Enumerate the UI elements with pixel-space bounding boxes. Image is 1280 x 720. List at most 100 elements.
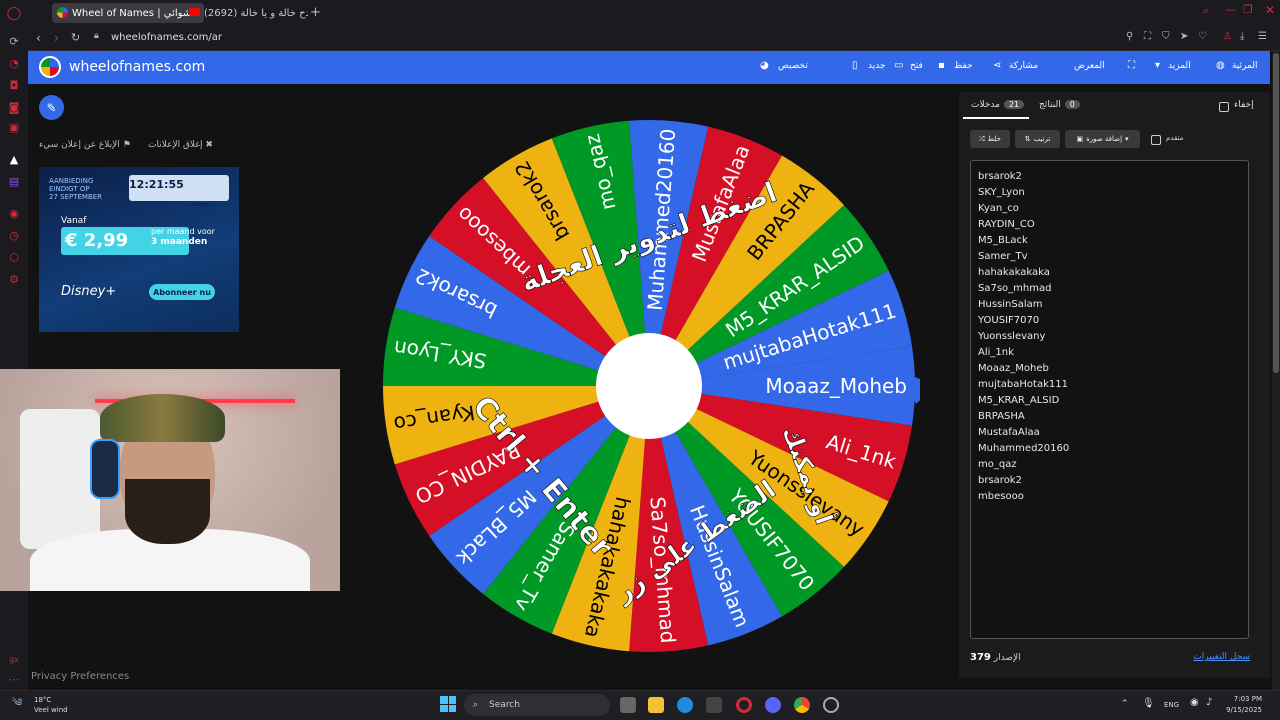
wheel[interactable]: Moaaz_MohebAli_1nkYuonsslevanyYOUSIF7070… <box>380 118 920 654</box>
close-ads-link[interactable]: إغلاق الإعلانات ✖ <box>148 140 213 150</box>
sort-button[interactable]: ⇅ ترتيب <box>1015 130 1060 148</box>
advanced-checkbox[interactable] <box>1151 135 1161 145</box>
flag-icon: ⚑ <box>122 140 131 150</box>
report-ad-link[interactable]: الإبلاغ عن إعلان سيء ⚑ <box>39 140 131 150</box>
wheel-center[interactable] <box>596 333 702 439</box>
tab-results[interactable]: النتائج 0 <box>1039 100 1080 110</box>
mail-icon[interactable]: ▣ <box>7 120 21 134</box>
sync-icon[interactable]: ⟳ <box>7 34 21 48</box>
menu-language[interactable]: المرئية <box>1232 61 1257 71</box>
send-icon[interactable]: ➤ <box>1180 31 1188 42</box>
search-icon[interactable]: ⌕ <box>1203 4 1209 18</box>
taskbar-search[interactable]: ⌕ Search <box>464 694 610 716</box>
menu-open[interactable]: فتح <box>910 61 923 71</box>
forward-icon[interactable]: › <box>54 31 59 45</box>
bag-icon[interactable]: ◘ <box>7 78 21 92</box>
menu-icon[interactable]: ☰ <box>1258 31 1267 42</box>
changelog-link[interactable]: سجل التغييرات <box>1193 652 1250 662</box>
player-icon[interactable]: ◉ <box>7 206 21 220</box>
volume-icon[interactable]: ♪ <box>1206 697 1212 708</box>
wind-icon: ༄ <box>12 696 23 709</box>
privacy-preferences-link[interactable]: Privacy Preferences <box>31 671 129 682</box>
snapshot-icon[interactable]: ⛶ <box>1144 31 1151 42</box>
maximize-icon[interactable]: ❐ <box>1243 3 1253 16</box>
entry-line: Ali_1nk <box>978 347 1014 358</box>
extensions-icon[interactable]: ⬡ <box>7 250 21 264</box>
fullscreen-icon[interactable]: ⛶ <box>1128 60 1135 71</box>
settings-icon[interactable]: ⚙ <box>7 272 21 286</box>
gx-icon[interactable]: gx <box>7 652 21 666</box>
menu-gallery[interactable]: المعرض <box>1074 61 1105 71</box>
tab-label: Wheel of Names | عشوائي <box>72 7 198 19</box>
chrome-icon[interactable] <box>794 697 810 713</box>
tab-entries-label: مدخلات <box>971 100 1000 110</box>
webcam-beard <box>125 479 210 544</box>
wheel-area[interactable]: Moaaz_Moheb Ali_1nk Yuonsslevany YOUSIF7070… <box>380 118 920 654</box>
menu-customize[interactable]: تخصيص <box>778 61 808 71</box>
menu-more[interactable]: المزيد <box>1168 61 1191 71</box>
entry-line: Sa7so_mhmad <box>978 283 1052 294</box>
language-indicator[interactable]: ENG <box>1164 701 1179 709</box>
discord-icon[interactable] <box>765 697 781 713</box>
page-scrollbar[interactable] <box>1272 51 1280 690</box>
clock-time: 7:03 PM <box>1233 695 1262 703</box>
ad-price-detail-line: per maand voor <box>151 227 215 236</box>
twitch-icon[interactable]: ▤ <box>7 174 21 188</box>
back-icon[interactable]: ‹ <box>36 31 41 45</box>
tab-youtube[interactable]: (2692) ردح خالة و يا خالة - ■ <box>184 3 308 23</box>
entries-textarea[interactable]: brsarok2 SKY_Lyon Kyan_co RAYDIN_CO M5_BLack… <box>970 160 1249 639</box>
task-view-icon[interactable] <box>620 697 636 713</box>
entry-line: mbesooo <box>978 491 1024 502</box>
reload-icon[interactable]: ↻ <box>71 31 80 44</box>
heart-icon[interactable]: ♡ <box>1198 31 1207 42</box>
network-icon[interactable]: ◉ <box>1190 697 1199 708</box>
site-name[interactable]: wheelofnames.com <box>69 59 205 75</box>
menu-save[interactable]: حفظ <box>954 61 973 71</box>
download-icon[interactable]: ⤓ <box>1240 31 1244 42</box>
history-icon[interactable]: ◷ <box>7 228 21 242</box>
edit-button[interactable]: ✎ <box>39 95 64 120</box>
edge-icon[interactable] <box>677 697 693 713</box>
instagram-icon[interactable]: ◙ <box>7 100 21 114</box>
scrollbar-thumb[interactable] <box>1273 53 1279 373</box>
clock[interactable]: 7:03 PM 9/15/2025 <box>1222 694 1262 716</box>
ad-vanaf: Vanaf <box>61 216 87 226</box>
more-icon[interactable]: ⋯ <box>7 672 21 686</box>
tab-entries[interactable]: مدخلات 21 <box>971 100 1025 110</box>
site-logo-icon[interactable] <box>39 56 61 78</box>
windows-start-icon[interactable] <box>440 696 456 712</box>
tray-chevron-up-icon[interactable]: ⌃ <box>1121 699 1129 709</box>
ad-offer-line: AANBIEDING <box>49 177 94 185</box>
disney-ad[interactable]: AANBIEDING EINDIGT OP 27 SEPTEMBER 12: 2… <box>39 167 239 332</box>
ad-subscribe-button[interactable]: Abonneer nu <box>149 284 215 300</box>
close-icon[interactable]: ✕ <box>1265 3 1275 17</box>
chevron-down-icon: ▾ <box>1125 135 1129 143</box>
entry-line: brsarok2 <box>978 475 1022 486</box>
adblock-icon[interactable]: ⛉ <box>1162 31 1170 42</box>
app-icon[interactable] <box>823 697 839 713</box>
microphone-icon[interactable]: 🎙︎ <box>1142 698 1155 709</box>
ad-price-detail: per maand voor 3 maanden <box>151 227 215 247</box>
file-explorer-icon[interactable] <box>648 697 664 713</box>
add-image-button[interactable]: ▣ إضافة صورة ▾ <box>1065 130 1140 148</box>
weather-widget[interactable]: ༄ 18°C Veel wind <box>12 695 68 715</box>
bookmark-icon[interactable]: ⚲ <box>1126 31 1133 42</box>
countdown-label: dagen <box>193 202 210 208</box>
store-icon[interactable] <box>706 697 722 713</box>
entry-line: HussinSalam <box>978 299 1043 310</box>
aria-icon[interactable]: ▲ <box>7 152 21 166</box>
opera-gx-icon[interactable] <box>736 697 752 713</box>
ad-offer-text: AANBIEDING EINDIGT OP 27 SEPTEMBER <box>49 177 102 201</box>
shuffle-button[interactable]: ⤮ خلط <box>970 130 1010 148</box>
new-tab-icon[interactable]: + <box>310 5 321 20</box>
menu-share[interactable]: مشاركة <box>1009 61 1038 71</box>
entry-line: hahakakakaka <box>978 267 1050 278</box>
hide-checkbox[interactable] <box>1219 102 1229 112</box>
profile-icon[interactable]: ♙ <box>1223 31 1232 42</box>
menu-new[interactable]: جديد <box>868 61 886 71</box>
messenger-icon[interactable]: ◔ <box>7 56 21 70</box>
minimize-icon[interactable]: — <box>1225 3 1236 16</box>
url-field[interactable]: wheelofnames.com/ar <box>111 32 222 43</box>
opera-logo-icon[interactable]: ◯ <box>7 6 22 21</box>
tab-wheel-of-names[interactable]: Wheel of Names | عشوائي <box>52 3 204 23</box>
